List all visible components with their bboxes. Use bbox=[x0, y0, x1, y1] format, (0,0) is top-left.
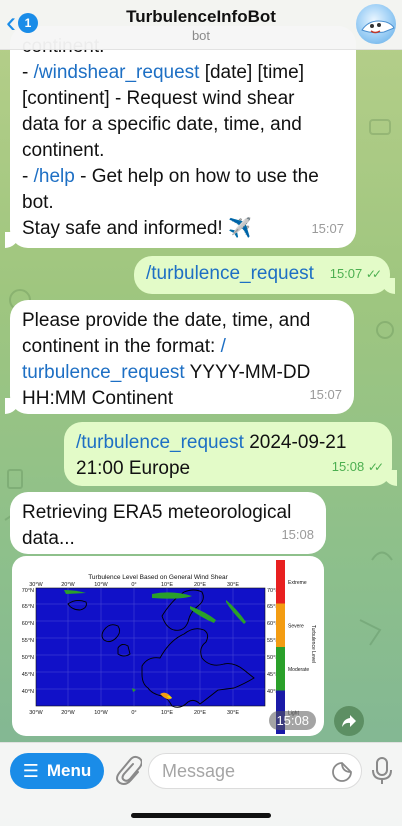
x-tick-label-bottom: 20°W bbox=[61, 710, 75, 716]
message-line: turbulence_request YYYY-MM-DD bbox=[22, 362, 311, 383]
menu-icon: ☰ bbox=[22, 760, 39, 781]
bot-avatar-icon bbox=[361, 20, 395, 34]
x-tick-label-bottom: 10°E bbox=[161, 710, 173, 716]
x-tick-label-top: 30°E bbox=[227, 582, 239, 588]
message-text: [date] [time] bbox=[199, 62, 304, 83]
message-line: Stay safe and informed! ✈️ bbox=[22, 218, 252, 239]
x-tick-label-top: 20°E bbox=[194, 582, 206, 588]
double-check-icon: ✓✓ bbox=[367, 460, 384, 474]
command-link[interactable]: /help bbox=[34, 166, 75, 187]
chat-subtitle: bot bbox=[191, 28, 211, 43]
chat-header: ‹ 1 TurbulenceInfoBot bot bbox=[0, 0, 402, 50]
x-tick-label-bottom: 20°E bbox=[194, 710, 206, 716]
y-tick-label-left: 60°N bbox=[22, 621, 34, 627]
x-tick-label-top: 10°W bbox=[94, 582, 108, 588]
chart-title: Turbulence Level Based on General Wind S… bbox=[88, 574, 228, 581]
message-time: 15:07 bbox=[309, 387, 342, 402]
command-link[interactable]: turbulence_request bbox=[22, 362, 185, 383]
y-tick-label-left: 55°N bbox=[22, 638, 34, 644]
message-bubble[interactable]: Retrieving ERA5 meteorological data... 1… bbox=[10, 492, 326, 554]
message-bubble[interactable]: /turbulence_request 15:07 ✓✓ bbox=[134, 256, 395, 294]
command-link[interactable]: /turbulence_request bbox=[146, 263, 314, 284]
message-line: Please provide the date, time, and bbox=[22, 310, 311, 331]
paperclip-icon[interactable] bbox=[114, 755, 142, 787]
colorbar-level-label: Severe bbox=[288, 623, 304, 629]
y-tick-label-left: 65°N bbox=[22, 604, 34, 610]
message-line: continent. bbox=[22, 140, 105, 161]
colorbar: LightModerateSevereExtreme bbox=[276, 560, 309, 734]
home-indicator bbox=[131, 813, 271, 818]
command-link[interactable]: /turbulence_request bbox=[76, 432, 244, 453]
microphone-icon[interactable] bbox=[370, 755, 394, 787]
colorbar-segment bbox=[276, 603, 285, 647]
message-bubble[interactable]: /turbulence_request 2024-09-21 21:00 Eur… bbox=[64, 422, 397, 486]
y-tick-label-left: 70°N bbox=[22, 588, 34, 594]
message-time: 15:08 bbox=[281, 527, 314, 542]
message-line: data for a specific date, time, and bbox=[22, 114, 302, 135]
wind-shear-chart: Turbulence Level Based on General Wind S… bbox=[22, 560, 316, 734]
x-tick-label-top: 20°W bbox=[61, 582, 75, 588]
colorbar-segment bbox=[276, 560, 285, 604]
message-bubble[interactable]: continent. - /windshear_request [date] [… bbox=[5, 26, 356, 248]
message-input-bar: ☰ Menu Message bbox=[0, 742, 402, 826]
double-check-icon: ✓✓ bbox=[365, 267, 382, 281]
y-tick-label-left: 45°N bbox=[22, 672, 34, 678]
message-line: [continent] - Request wind shear bbox=[22, 88, 295, 109]
message-time: 15:07 bbox=[311, 221, 344, 236]
colorbar-segment bbox=[276, 647, 285, 691]
x-tick-label-bottom: 30°W bbox=[29, 710, 43, 716]
x-tick-label-top: 0° bbox=[131, 582, 136, 588]
bot-avatar[interactable] bbox=[356, 4, 396, 44]
chat-title-area[interactable]: TurbulenceInfoBot bot bbox=[0, 7, 402, 43]
command-link[interactable]: /windshear_request bbox=[34, 62, 200, 83]
message-time: 15:08 ✓✓ bbox=[331, 459, 384, 474]
message-placeholder: Message bbox=[162, 761, 236, 781]
share-button[interactable] bbox=[334, 706, 364, 736]
sticker-icon[interactable] bbox=[331, 761, 353, 783]
colorbar-level-label: Moderate bbox=[288, 667, 309, 673]
message-line: continent in the format: / bbox=[22, 336, 226, 357]
x-tick-label-bottom: 0° bbox=[131, 710, 136, 716]
message-line: bot. bbox=[22, 192, 54, 213]
image-message[interactable]: Turbulence Level Based on General Wind S… bbox=[12, 556, 324, 736]
message-line: HH:MM Continent bbox=[22, 388, 173, 409]
menu-label: Menu bbox=[46, 761, 92, 780]
colorbar-label: Turbulence Level bbox=[310, 625, 316, 663]
chat-title: TurbulenceInfoBot bbox=[126, 7, 276, 26]
message-line: - /windshear_request [date] [time] bbox=[22, 62, 304, 83]
y-tick-label-left: 50°N bbox=[22, 655, 34, 661]
colorbar-level-label: Extreme bbox=[288, 580, 307, 586]
message-line: /turbulence_request 2024-09-21 bbox=[76, 432, 347, 453]
message-line: data... bbox=[22, 528, 75, 549]
message-line: Retrieving ERA5 meteorological bbox=[22, 502, 292, 523]
x-tick-label-bottom: 10°W bbox=[94, 710, 108, 716]
x-tick-label-bottom: 30°E bbox=[227, 710, 239, 716]
message-line: - /help - Get help on how to use the bbox=[22, 166, 319, 187]
message-input[interactable]: Message bbox=[148, 753, 362, 789]
command-link[interactable]: / bbox=[221, 336, 226, 357]
share-arrow-icon bbox=[342, 715, 356, 727]
menu-button[interactable]: ☰ Menu bbox=[10, 753, 104, 789]
image-time: 15:08 bbox=[269, 711, 316, 730]
x-tick-label-top: 10°E bbox=[161, 582, 173, 588]
y-tick-label-left: 40°N bbox=[22, 689, 34, 695]
message-bubble[interactable]: Please provide the date, time, and conti… bbox=[5, 300, 354, 414]
message-time: 15:07 ✓✓ bbox=[329, 266, 382, 281]
